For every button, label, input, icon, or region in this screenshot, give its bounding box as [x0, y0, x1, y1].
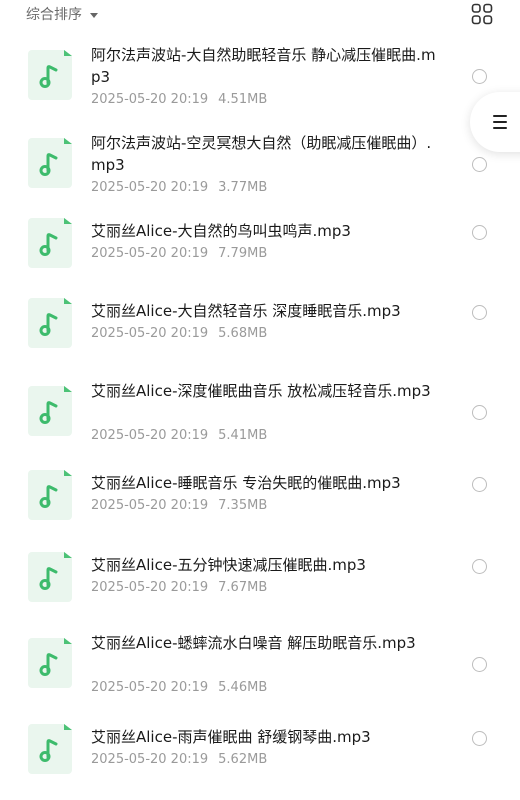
file-row[interactable]: 艾丽丝Alice-大自然轻音乐 深度睡眠音乐.mp3 2025-05-20 20:… [0, 294, 520, 362]
file-date: 2025-05-20 20:19 [91, 180, 209, 195]
file-name: 阿尔法声波站-空灵冥想大自然（助眠减压催眠曲）.mp3 [91, 134, 432, 174]
audio-file-icon [28, 724, 72, 774]
file-row[interactable]: 阿尔法声波站-大自然助眠轻音乐 静心减压催眠曲.mp3 2025-05-20 20… [0, 38, 520, 122]
file-date: 2025-05-20 20:19 [91, 580, 209, 595]
file-size: 7.35MB [218, 498, 268, 513]
audio-file-icon [28, 218, 72, 268]
file-meta: 2025-05-20 20:19 4.51MB [91, 92, 267, 108]
file-name: 阿尔法声波站-大自然助眠轻音乐 静心减压催眠曲.mp3 [91, 46, 436, 86]
audio-file-icon [28, 470, 72, 520]
file-row[interactable]: 艾丽丝Alice-五分钟快速减压催眠曲.mp3 2025-05-20 20:19 7… [0, 548, 520, 616]
select-radio[interactable] [472, 69, 487, 84]
file-row[interactable]: 艾丽丝Alice-深度催眠曲音乐 放松减压轻音乐.mp3 2025-05-20 2… [0, 374, 520, 458]
audio-file-icon [28, 138, 72, 188]
file-date: 2025-05-20 20:19 [91, 326, 209, 341]
file-date: 2025-05-20 20:19 [91, 752, 209, 767]
select-radio[interactable] [472, 477, 487, 492]
grid-view-icon[interactable] [471, 3, 493, 25]
file-date: 2025-05-20 20:19 [91, 428, 209, 443]
select-radio[interactable] [472, 657, 487, 672]
audio-file-icon [28, 50, 72, 100]
file-date: 2025-05-20 20:19 [91, 498, 209, 513]
file-size: 5.62MB [218, 752, 268, 767]
file-size: 7.79MB [218, 246, 268, 261]
select-radio[interactable] [472, 559, 487, 574]
file-row[interactable]: 艾丽丝Alice-大自然的鸟叫虫鸣声.mp3 2025-05-20 20:19 7.… [0, 214, 520, 282]
file-size: 3.77MB [218, 180, 268, 195]
file-size: 7.67MB [218, 580, 268, 595]
file-date: 2025-05-20 20:19 [91, 246, 209, 261]
file-name: 艾丽丝Alice-五分钟快速减压催眠曲.mp3 [91, 556, 366, 574]
file-name: 艾丽丝Alice-深度催眠曲音乐 放松减压轻音乐.mp3 [91, 382, 431, 400]
audio-file-icon [28, 552, 72, 602]
file-meta: 2025-05-20 20:19 7.79MB [91, 246, 267, 262]
caret-down-icon [90, 12, 98, 18]
file-name: 艾丽丝Alice-大自然的鸟叫虫鸣声.mp3 [91, 222, 351, 240]
file-name: 艾丽丝Alice-睡眠音乐 专治失眠的催眠曲.mp3 [91, 474, 401, 492]
file-meta: 2025-05-20 20:19 3.77MB [91, 180, 267, 196]
sort-dropdown[interactable]: 综合排序 [26, 4, 98, 24]
file-meta: 2025-05-20 20:19 7.35MB [91, 498, 267, 514]
file-meta: 2025-05-20 20:19 5.41MB [91, 428, 267, 444]
file-size: 5.41MB [218, 428, 268, 443]
file-row[interactable]: 艾丽丝Alice-蟋蟀流水白噪音 解压助眠音乐.mp3 2025-05-20 20… [0, 626, 520, 710]
file-date: 2025-05-20 20:19 [91, 92, 209, 107]
file-meta: 2025-05-20 20:19 5.62MB [91, 752, 267, 768]
top-bar: 综合排序 [0, 0, 520, 30]
file-date: 2025-05-20 20:19 [91, 680, 209, 695]
file-size: 5.46MB [218, 680, 268, 695]
file-meta: 2025-05-20 20:19 5.46MB [91, 680, 267, 696]
file-name: 艾丽丝Alice-大自然轻音乐 深度睡眠音乐.mp3 [91, 302, 401, 320]
select-radio[interactable] [472, 731, 487, 746]
file-row[interactable]: 阿尔法声波站-空灵冥想大自然（助眠减压催眠曲）.mp3 2025-05-20 20… [0, 126, 520, 210]
file-row[interactable]: 艾丽丝Alice-睡眠音乐 专治失眠的催眠曲.mp3 2025-05-20 20:… [0, 466, 520, 534]
file-meta: 2025-05-20 20:19 5.68MB [91, 326, 267, 342]
file-size: 4.51MB [218, 92, 268, 107]
select-radio[interactable] [472, 157, 487, 172]
select-radio[interactable] [472, 305, 487, 320]
audio-file-icon [28, 298, 72, 348]
file-meta: 2025-05-20 20:19 7.67MB [91, 580, 267, 596]
file-size: 5.68MB [218, 326, 268, 341]
file-name: 艾丽丝Alice-雨声催眠曲 舒缓钢琴曲.mp3 [91, 728, 371, 746]
file-row[interactable]: 艾丽丝Alice-雨声催眠曲 舒缓钢琴曲.mp3 2025-05-20 20:19… [0, 720, 520, 788]
select-radio[interactable] [472, 405, 487, 420]
sort-label: 综合排序 [26, 7, 82, 23]
file-name: 艾丽丝Alice-蟋蟀流水白噪音 解压助眠音乐.mp3 [91, 634, 416, 652]
audio-file-icon [28, 638, 72, 688]
select-radio[interactable] [472, 225, 487, 240]
audio-file-icon [28, 386, 72, 436]
